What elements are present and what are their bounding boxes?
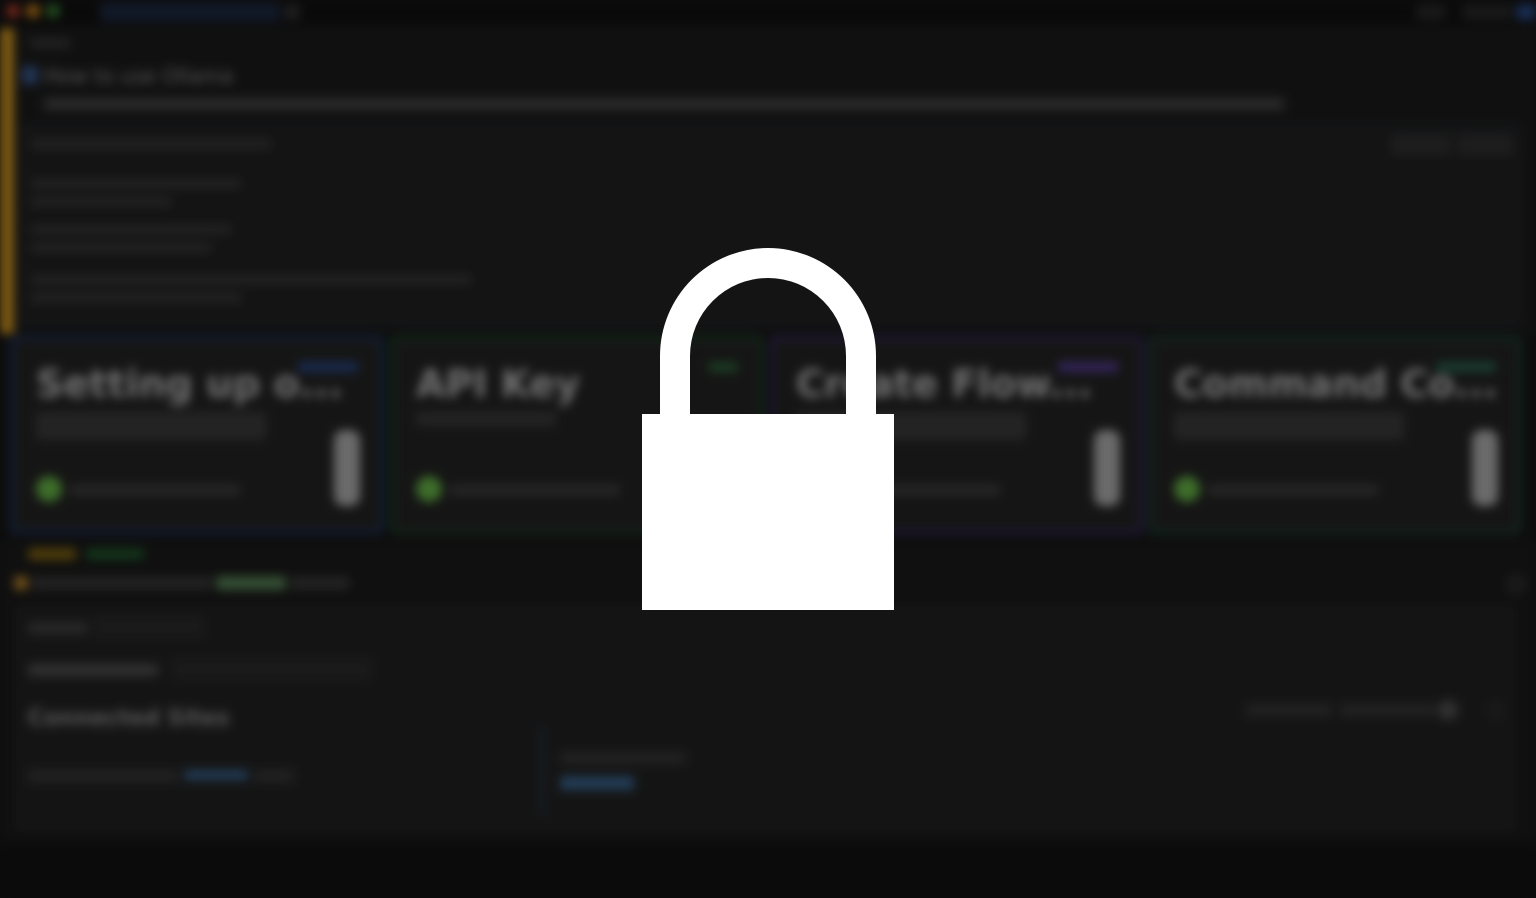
lock-icon: [642, 248, 894, 610]
